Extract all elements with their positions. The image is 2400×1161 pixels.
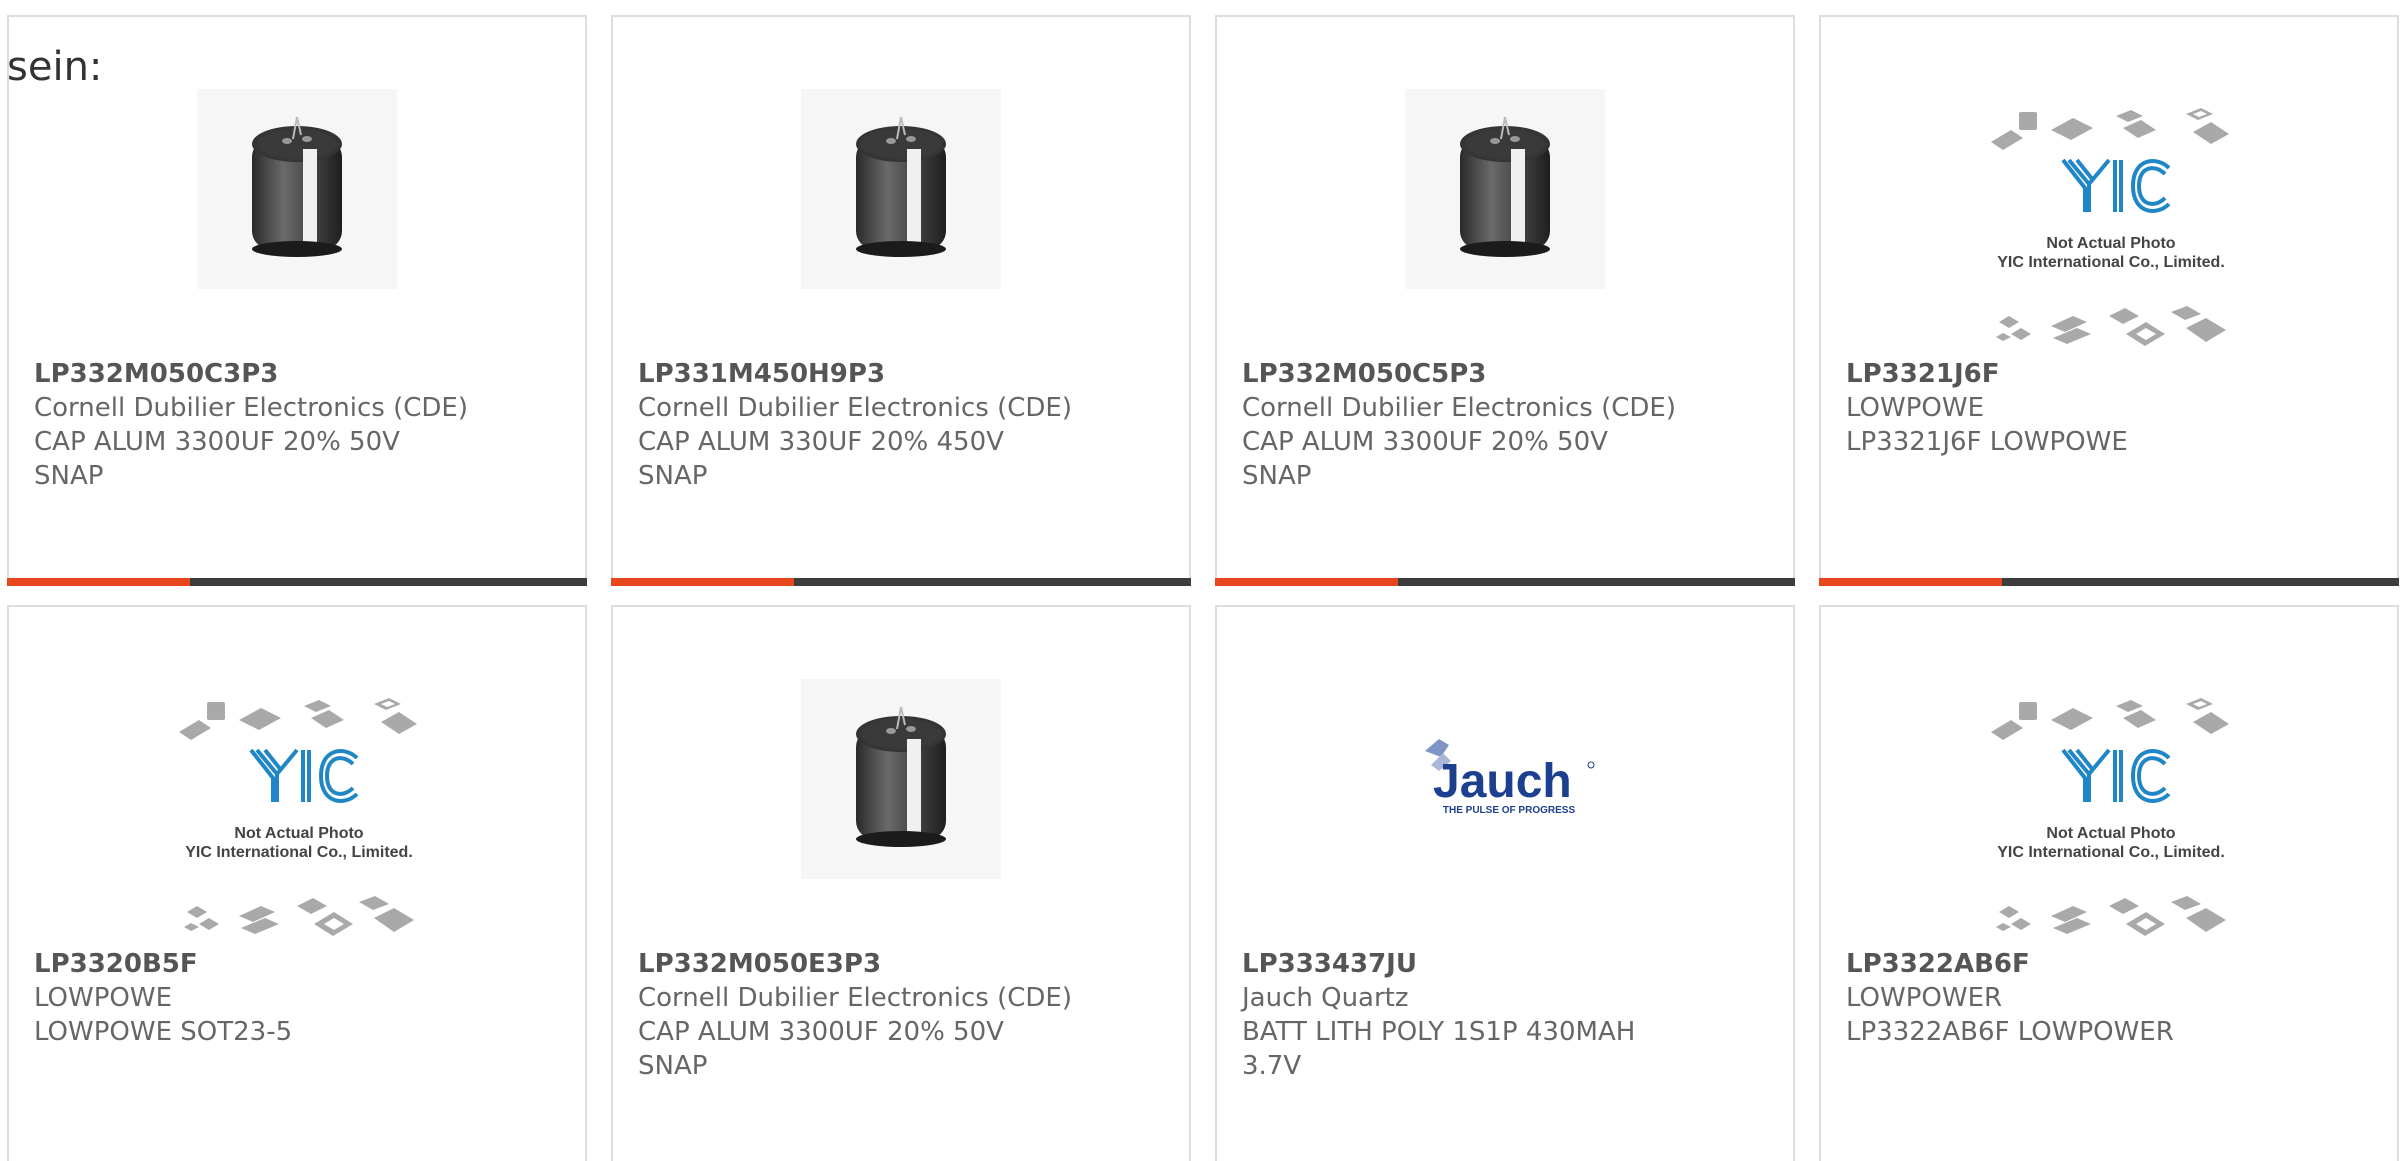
capacitor-icon (801, 89, 1001, 289)
product-image[interactable]: Jauch THE PULSE OF PROGRESS (1405, 679, 1605, 879)
description-line1: CAP ALUM 3300UF 20% 50V (1242, 427, 1608, 457)
product-card[interactable]: LP331M450H9P3 Cornell Dubilier Electroni… (611, 15, 1191, 586)
card-accent-highlight (7, 578, 190, 586)
placeholder-line2: YIC International Co., Limited. (1997, 844, 2225, 861)
placeholder-line1: Not Actual Photo (2046, 825, 2175, 842)
product-card[interactable]: LP332M050C5P3 Cornell Dubilier Electroni… (1215, 15, 1795, 586)
product-image[interactable] (801, 89, 1001, 289)
part-number[interactable]: LP3320B5F (34, 947, 554, 981)
product-image[interactable]: Not Actual Photo YIC International Co., … (1981, 97, 2241, 367)
product-info: LP333437JU Jauch Quartz BATT LITH POLY 1… (1242, 947, 1762, 1083)
product-card[interactable]: Not Actual Photo YIC International Co., … (7, 605, 587, 1161)
product-card[interactable]: LP332M050E3P3 Cornell Dubilier Electroni… (611, 605, 1191, 1161)
capacitor-icon (197, 89, 397, 289)
card-accent-highlight (1215, 578, 1398, 586)
description-line2: SNAP (638, 461, 708, 491)
card-accent-bar (1819, 578, 2399, 586)
placeholder-line1: Not Actual Photo (234, 825, 363, 842)
not-actual-photo-icon: Not Actual Photo YIC International Co., … (179, 698, 417, 936)
product-info: LP3320B5F LOWPOWE LOWPOWE SOT23-5 (34, 947, 554, 1049)
product-image[interactable] (1405, 89, 1605, 289)
part-number[interactable]: LP332M050C3P3 (34, 357, 554, 391)
description-line2: SNAP (34, 461, 104, 491)
product-info: LP3322AB6F LOWPOWER LP3322AB6F LOWPOWER (1846, 947, 2366, 1049)
intro-text: sein: (7, 44, 103, 90)
placeholder-line2: YIC International Co., Limited. (1997, 254, 2225, 271)
product-info: LP332M050E3P3 Cornell Dubilier Electroni… (638, 947, 1158, 1083)
product-card[interactable]: Not Actual Photo YIC International Co., … (1819, 15, 2399, 586)
card-accent-bar (7, 578, 587, 586)
manufacturer: LOWPOWE (34, 983, 173, 1013)
manufacturer: Jauch Quartz (1242, 983, 1409, 1013)
part-number[interactable]: LP332M050E3P3 (638, 947, 1158, 981)
description-line2: SNAP (638, 1051, 708, 1081)
part-number[interactable]: LP3322AB6F (1846, 947, 2366, 981)
card-accent-bar (1215, 578, 1795, 586)
manufacturer: Cornell Dubilier Electronics (CDE) (638, 983, 1072, 1013)
capacitor-icon (801, 679, 1001, 879)
description-line1: LOWPOWE SOT23-5 (34, 1017, 293, 1047)
card-accent-highlight (611, 578, 794, 586)
product-info: LP3321J6F LOWPOWE LP3321J6F LOWPOWE (1846, 357, 2366, 459)
product-image[interactable] (197, 89, 397, 289)
description-line2: 3.7V (1242, 1051, 1302, 1081)
product-grid: LP332M050C3P3 Cornell Dubilier Electroni… (0, 0, 2400, 1161)
product-image[interactable]: Not Actual Photo YIC International Co., … (169, 687, 429, 957)
part-number[interactable]: LP3321J6F (1846, 357, 2366, 391)
jauch-wordmark: Jauch (1433, 755, 1572, 808)
manufacturer: Cornell Dubilier Electronics (CDE) (638, 393, 1072, 423)
not-actual-photo-icon: Not Actual Photo YIC International Co., … (1991, 698, 2229, 936)
manufacturer: Cornell Dubilier Electronics (CDE) (1242, 393, 1676, 423)
placeholder-line2: YIC International Co., Limited. (185, 844, 413, 861)
product-card[interactable]: LP332M050C3P3 Cornell Dubilier Electroni… (7, 15, 587, 586)
product-info: LP332M050C5P3 Cornell Dubilier Electroni… (1242, 357, 1762, 493)
card-accent-highlight (1819, 578, 2002, 586)
description-line1: CAP ALUM 3300UF 20% 50V (34, 427, 400, 457)
jauch-tagline: THE PULSE OF PROGRESS (1443, 805, 1576, 816)
capacitor-icon (1405, 89, 1605, 289)
jauch-logo-icon: Jauch THE PULSE OF PROGRESS (1425, 739, 1595, 816)
placeholder-line1: Not Actual Photo (2046, 235, 2175, 252)
product-image[interactable] (801, 679, 1001, 879)
description-line2: SNAP (1242, 461, 1312, 491)
description-line1: LP3322AB6F LOWPOWER (1846, 1017, 2174, 1047)
product-info: LP332M050C3P3 Cornell Dubilier Electroni… (34, 357, 554, 493)
description-line1: BATT LITH POLY 1S1P 430MAH (1242, 1017, 1636, 1047)
product-info: LP331M450H9P3 Cornell Dubilier Electroni… (638, 357, 1158, 493)
product-card[interactable]: Not Actual Photo YIC International Co., … (1819, 605, 2399, 1161)
manufacturer: Cornell Dubilier Electronics (CDE) (34, 393, 468, 423)
not-actual-photo-icon: Not Actual Photo YIC International Co., … (1991, 108, 2229, 346)
part-number[interactable]: LP331M450H9P3 (638, 357, 1158, 391)
part-number[interactable]: LP332M050C5P3 (1242, 357, 1762, 391)
part-number[interactable]: LP333437JU (1242, 947, 1762, 981)
manufacturer: LOWPOWE (1846, 393, 1985, 423)
description-line1: LP3321J6F LOWPOWE (1846, 427, 2128, 457)
description-line1: CAP ALUM 330UF 20% 450V (638, 427, 1004, 457)
manufacturer: LOWPOWER (1846, 983, 2003, 1013)
description-line1: CAP ALUM 3300UF 20% 50V (638, 1017, 1004, 1047)
product-card[interactable]: Jauch THE PULSE OF PROGRESS LP333437JU J… (1215, 605, 1795, 1161)
product-image[interactable]: Not Actual Photo YIC International Co., … (1981, 687, 2241, 957)
card-accent-bar (611, 578, 1191, 586)
